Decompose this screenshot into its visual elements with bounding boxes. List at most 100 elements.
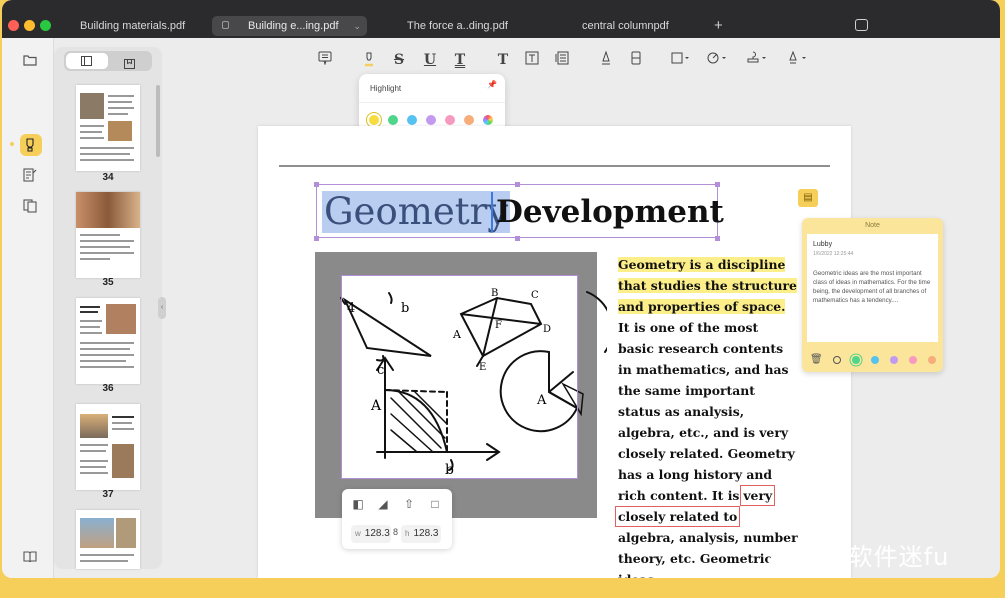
zoom-window-button[interactable] [40, 20, 51, 31]
thumbnail-scrollbar[interactable] [156, 85, 160, 157]
underline-icon[interactable]: U [422, 51, 438, 69]
thumbnail-image [116, 518, 136, 548]
note-color-pink[interactable] [909, 356, 917, 364]
add-tab-button[interactable]: + [714, 16, 723, 36]
body-paragraph[interactable]: Geometry is a discipline that studies th… [614, 254, 798, 578]
svg-text:c: c [377, 363, 384, 378]
left-tool-bar [2, 38, 54, 578]
comment-icon[interactable] [317, 51, 333, 69]
thumbnail-page-34[interactable] [76, 85, 140, 171]
svg-text:B: B [491, 288, 498, 299]
link-dimensions-icon[interactable]: 8 [393, 527, 398, 537]
pin-icon[interactable]: 📌 [487, 80, 497, 89]
thumbnail-page-38[interactable] [76, 510, 140, 569]
width-field[interactable]: w 128.3 [351, 525, 391, 543]
highlighted-text[interactable]: Geometry is a discipline that studies th… [618, 257, 797, 314]
note-color-purple[interactable] [890, 356, 898, 364]
pencil-icon[interactable] [598, 50, 614, 69]
shape-dropdown-icon[interactable] [671, 51, 691, 69]
strikethrough-icon[interactable]: S [391, 51, 407, 69]
sidebar-toggle-icon[interactable] [855, 19, 868, 31]
thumbnail-page-37[interactable] [76, 404, 140, 490]
thumbnail-panel: 34 35 36 37 [54, 47, 162, 569]
thumbnail-image [80, 414, 108, 438]
swatch-green[interactable] [388, 115, 398, 125]
swatch-yellow[interactable] [369, 115, 379, 125]
pages-icon[interactable] [22, 198, 38, 214]
svg-text:A: A [452, 328, 462, 341]
page-rule [279, 165, 830, 167]
watermark: 知乎 @软件迷fu [765, 543, 950, 571]
collapse-sidebar-handle[interactable]: ‹ [158, 297, 166, 319]
note-marker-icon[interactable]: ▤ [798, 189, 818, 207]
geometry-image-frame[interactable]: 4 b c A B C D F E A A b [315, 252, 607, 518]
export-image-icon[interactable]: ⇧ [402, 497, 416, 511]
active-indicator [10, 142, 14, 146]
image-crop-toolbar: ◧ ◢ ⇧ □ w 128.3 8 h 128.3 [342, 489, 452, 549]
width-label: w [355, 529, 361, 538]
chevron-down-icon[interactable]: ⌄ [353, 16, 361, 36]
thumbnail-image [80, 518, 114, 548]
height-value[interactable]: 128.3 [413, 528, 438, 539]
note-author: Lubby [813, 241, 833, 248]
note-text[interactable]: Geometric ideas are the most important c… [813, 269, 933, 305]
fit-image-icon[interactable]: □ [428, 497, 442, 511]
svg-text:E: E [479, 362, 486, 373]
note-header: Note [865, 222, 880, 229]
note-color-none[interactable] [833, 356, 841, 364]
highlight-tool-icon[interactable] [361, 51, 377, 69]
popover-title: Highlight [370, 84, 402, 93]
edit-document-icon[interactable] [22, 167, 38, 183]
svg-text:b: b [445, 462, 454, 478]
stamp-dropdown-icon[interactable] [747, 51, 769, 69]
lock-icon [222, 21, 229, 29]
tab-the-force[interactable]: The force a..ding.pdf [407, 16, 508, 36]
thumbnail-mode-button[interactable] [66, 53, 108, 69]
replace-image-icon[interactable]: ◧ [351, 497, 365, 511]
tab-building-e-ing[interactable]: Building e...ing.pdf ⌄ [212, 16, 367, 36]
squiggly-underline-icon[interactable]: T [452, 51, 468, 69]
heading-selected-word[interactable]: Geometry [322, 191, 511, 233]
width-value[interactable]: 128.3 [365, 528, 390, 539]
height-field[interactable]: h 128.3 [401, 525, 441, 543]
title-bar: Building materials.pdf Building e...ing.… [2, 0, 1000, 38]
note-footer: 🗑 [802, 352, 943, 368]
highlighter-icon[interactable] [22, 137, 38, 153]
text-icon[interactable]: T [495, 51, 511, 69]
tab-central-column[interactable]: central columnpdf [582, 16, 669, 36]
app-window: Building materials.pdf Building e...ing.… [2, 0, 1000, 578]
text-callout-icon[interactable] [554, 51, 570, 69]
svg-text:D: D [543, 324, 551, 335]
pen-dropdown-icon[interactable] [787, 50, 809, 69]
trash-icon[interactable]: 🗑 [810, 354, 823, 365]
swatch-blue[interactable] [407, 115, 417, 125]
thumbnail-image [80, 93, 104, 119]
thumbnail-page-36[interactable] [76, 298, 140, 384]
body-text-part-1: It is one of the most basic research con… [618, 320, 795, 503]
close-window-button[interactable] [8, 20, 19, 31]
tab-building-materials[interactable]: Building materials.pdf [80, 16, 185, 36]
heading-rest[interactable]: Development [496, 191, 724, 233]
svg-text:b: b [401, 301, 409, 316]
swatch-pink[interactable] [445, 115, 455, 125]
swatch-purple[interactable] [426, 115, 436, 125]
thumbnail-page-35[interactable] [76, 192, 140, 278]
height-label: h [405, 529, 410, 538]
book-icon[interactable] [22, 548, 38, 564]
eraser-icon[interactable] [628, 51, 644, 69]
geometry-sketch-image[interactable]: 4 b c A B C D F E A A b [340, 276, 607, 478]
tab-label: Building e...ing.pdf [248, 20, 339, 32]
minimize-window-button[interactable] [24, 20, 35, 31]
swatch-orange[interactable] [464, 115, 474, 125]
svg-text:F: F [495, 320, 502, 331]
crop-icon[interactable]: ◢ [376, 497, 390, 511]
note-color-blue[interactable] [871, 356, 879, 364]
note-color-orange[interactable] [928, 356, 936, 364]
note-body[interactable]: Lubby 1/6/2022 12:25:44 Geometric ideas … [807, 234, 938, 342]
signature-dropdown-icon[interactable] [707, 51, 729, 69]
note-color-green[interactable] [852, 356, 860, 364]
swatch-custom-color[interactable] [483, 115, 493, 125]
textbox-icon[interactable] [524, 51, 540, 69]
bookmark-mode-button[interactable] [124, 56, 135, 74]
folder-icon[interactable] [22, 52, 38, 68]
